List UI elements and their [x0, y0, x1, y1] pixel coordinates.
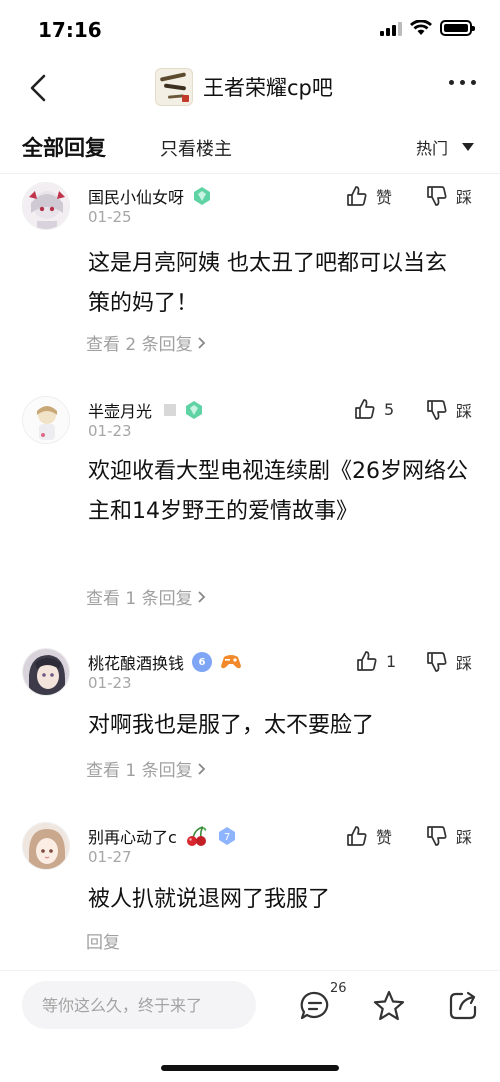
username-text: 桃花酿酒换钱: [88, 654, 185, 673]
svg-text:7: 7: [224, 832, 230, 843]
caret-down-icon: [462, 143, 474, 151]
thumbs-down-icon: [427, 826, 447, 846]
chevron-right-icon: [197, 590, 205, 603]
battery-icon: [440, 20, 475, 36]
reply-content: 对啊我也是服了，太不要脸了: [88, 713, 375, 738]
gem-badge-icon: [194, 187, 211, 205]
avatar[interactable]: [22, 648, 70, 696]
reply-date: 01-23: [88, 422, 132, 440]
thumbs-up-icon: [355, 399, 375, 419]
home-indicator: [161, 1065, 339, 1071]
placeholder-badge: [164, 404, 177, 416]
chevron-right-icon: [197, 336, 205, 349]
reply-date: 01-25: [88, 208, 132, 226]
tab-all-replies[interactable]: 全部回复: [22, 132, 106, 162]
tab-host-only[interactable]: 只看楼主: [160, 135, 232, 161]
status-bar: 17:16: [0, 0, 500, 60]
thumbs-up-icon: [347, 826, 367, 846]
chevron-right-icon: [197, 762, 205, 775]
avatar[interactable]: [22, 822, 70, 870]
view-replies-label: 查看 2 条回复: [86, 335, 193, 355]
dislike-label: 踩: [456, 828, 473, 847]
dislike-button[interactable]: 踩: [426, 650, 472, 674]
dislike-button[interactable]: 踩: [426, 824, 472, 848]
username-text: 别再心动了c: [88, 828, 177, 847]
bottom-bar: 26: [0, 970, 500, 1082]
reply-username[interactable]: 国民小仙女呀: [88, 184, 212, 208]
cellular-signal-icon: [380, 20, 402, 36]
view-replies-label: 查看 1 条回复: [86, 589, 193, 609]
dislike-label: 踩: [456, 188, 473, 207]
back-arrow-icon[interactable]: [22, 70, 58, 106]
share-icon[interactable]: [446, 989, 480, 1023]
forum-header[interactable]: 王者荣耀cp吧: [155, 68, 333, 106]
reply-input[interactable]: [22, 981, 256, 1029]
nav-bar: 王者荣耀cp吧: [0, 60, 500, 118]
reply-filter-bar: 全部回复 只看楼主 热门: [0, 118, 500, 174]
like-button[interactable]: 1: [356, 650, 396, 672]
thumbs-up-icon: [357, 651, 377, 671]
like-label: 赞: [376, 828, 393, 847]
reply-link[interactable]: 回复: [86, 928, 120, 953]
comment-count: 26: [330, 981, 347, 996]
reply-item: 桃花酿酒换钱 6 01-23 1 踩 对啊我也是服了，太不要脸了 查看 1 条回…: [0, 648, 500, 788]
view-replies-label: 查看 1 条回复: [86, 761, 193, 781]
view-replies-link[interactable]: 查看 2 条回复: [86, 330, 207, 355]
gem-badge-icon: [186, 401, 203, 419]
wifi-icon: [410, 20, 432, 35]
reply-item: 别再心动了c 7 01-27 赞 踩 被人扒就说退网了我服了 回复: [0, 822, 500, 962]
dislike-button[interactable]: 踩: [426, 398, 472, 422]
level-badge: 6: [192, 652, 213, 672]
star-icon[interactable]: [372, 989, 406, 1023]
reply-username[interactable]: 桃花酿酒换钱 6: [88, 650, 242, 674]
avatar[interactable]: [22, 396, 70, 444]
avatar[interactable]: [22, 182, 70, 230]
comment-icon[interactable]: [298, 989, 332, 1023]
dislike-label: 踩: [456, 654, 473, 673]
thumbs-up-icon: [347, 186, 367, 206]
reply-content: 这是月亮阿姨 也太丑了吧都可以当玄策的妈了！: [88, 251, 447, 316]
dislike-label: 踩: [456, 402, 473, 421]
dislike-button[interactable]: 踩: [426, 184, 472, 208]
gem-badge-icon: 7: [218, 827, 235, 845]
view-replies-link[interactable]: 查看 1 条回复: [86, 584, 207, 609]
username-text: 半壶月光: [88, 402, 153, 421]
status-icons: [380, 20, 475, 36]
view-replies-link[interactable]: 查看 1 条回复: [86, 756, 207, 781]
forum-avatar: [155, 68, 193, 106]
thumbs-down-icon: [427, 400, 447, 420]
sort-label: 热门: [415, 139, 448, 158]
reply-content: 欢迎收看大型电视连续剧《26岁网络公主和14岁野王的爱情故事》: [88, 459, 468, 524]
reply-username[interactable]: 半壶月光: [88, 398, 204, 422]
username-text: 国民小仙女呀: [88, 188, 185, 207]
like-button[interactable]: 赞: [346, 824, 392, 848]
like-count: 5: [384, 399, 395, 419]
like-button[interactable]: 5: [354, 398, 394, 420]
reply-date: 01-27: [88, 848, 132, 866]
like-button[interactable]: 赞: [346, 184, 392, 208]
reply-item: 半壶月光 01-23 5 踩 欢迎收看大型电视连续剧《26岁网络公主和14岁野王…: [0, 396, 500, 616]
thumbs-down-icon: [427, 652, 447, 672]
thumbs-down-icon: [427, 186, 447, 206]
game-controller-icon: [221, 655, 242, 669]
reply-date: 01-23: [88, 674, 132, 692]
reply-item: 国民小仙女呀 01-25 赞 踩 这是月亮阿姨 也太丑了吧都可以当玄策的妈了！ …: [0, 182, 500, 362]
like-count: 1: [386, 651, 397, 671]
reply-content: 被人扒就说退网了我服了: [88, 887, 331, 912]
more-options-icon[interactable]: [449, 80, 476, 85]
sort-select[interactable]: 热门: [416, 135, 474, 159]
cherry-icon: [186, 826, 207, 846]
like-label: 赞: [376, 188, 393, 207]
reply-username[interactable]: 别再心动了c 7: [88, 824, 237, 848]
status-time: 17:16: [38, 18, 102, 42]
reply-label: 回复: [86, 933, 120, 953]
forum-title: 王者荣耀cp吧: [203, 76, 333, 100]
